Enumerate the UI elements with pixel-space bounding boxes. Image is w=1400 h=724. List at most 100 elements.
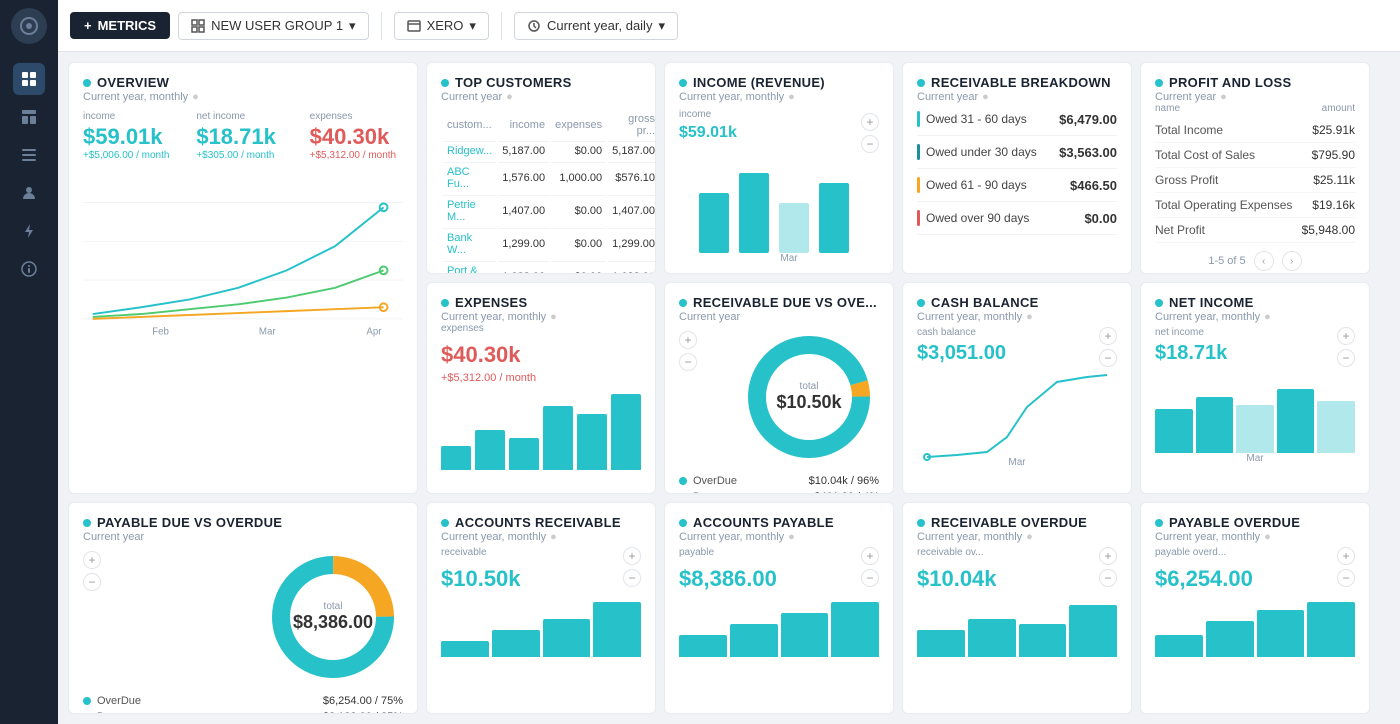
pd-legend-item-1: OverDue $6,254.00 / 75% <box>83 695 403 707</box>
breakdown-row-2: Owed under 30 days $3,563.00 <box>917 136 1117 169</box>
pl-title: PROFIT AND LOSS <box>1155 75 1355 90</box>
ap-bar <box>679 635 727 657</box>
ar-label: receivable <box>441 547 521 558</box>
pd-zoom-out[interactable]: − <box>83 573 101 591</box>
rd-legend: OverDue $10.04k / 96% Due $461.20 / 4% <box>679 475 879 494</box>
cb-value: $3,051.00 <box>917 342 1006 365</box>
rd-zoom-in[interactable]: + <box>679 331 697 349</box>
ap-zoom-in[interactable]: + <box>861 547 879 565</box>
rd-title: RECEIVABLE DUE VS OVE... <box>679 295 879 310</box>
sidebar-item-lightning[interactable] <box>13 215 45 247</box>
rd-subtitle: Current year <box>679 311 879 323</box>
group-label: NEW USER GROUP 1 <box>211 18 343 33</box>
rb-bar-1 <box>917 111 920 127</box>
tc-dot <box>441 79 449 87</box>
sidebar-item-user[interactable] <box>13 177 45 209</box>
pd-legend-dot-2 <box>83 713 91 714</box>
svg-text:Mar: Mar <box>780 253 798 263</box>
po-zoom-in[interactable]: + <box>1337 547 1355 565</box>
exp-label: expenses <box>441 323 641 334</box>
overview-subtitle: Current year, monthly ● <box>83 91 403 103</box>
pl-next-btn[interactable]: › <box>1282 251 1302 271</box>
po-dot <box>1155 519 1163 527</box>
period-label: Current year, daily <box>547 18 653 33</box>
ar-zoom-in[interactable]: + <box>623 547 641 565</box>
ni-zoom-in[interactable]: + <box>1337 327 1355 345</box>
ir-subtitle: Current year, monthly ● <box>679 91 879 103</box>
ni-zoom-out[interactable]: − <box>1337 349 1355 367</box>
income-title: INCOME (REVENUE) <box>679 75 879 90</box>
pl-pagination: 1-5 of 5 ‹ › <box>1155 251 1355 271</box>
divider <box>381 12 382 40</box>
sidebar-item-dashboard[interactable] <box>13 101 45 133</box>
income-revenue-card: INCOME (REVENUE) Current year, monthly ●… <box>664 62 894 274</box>
main-content: + METRICS NEW USER GROUP 1 ▾ XERO ▾ Curr… <box>58 0 1400 724</box>
ni-bar <box>1277 389 1315 453</box>
ro-chart <box>917 602 1117 657</box>
ni-label: net income <box>1155 327 1227 338</box>
ir-dot <box>679 79 687 87</box>
cb-zoom-in[interactable]: + <box>1099 327 1117 345</box>
col-income: income <box>498 111 549 139</box>
po-bar <box>1257 610 1305 657</box>
ro-title: RECEIVABLE OVERDUE <box>917 515 1117 530</box>
info-icon-rb: ● <box>982 91 989 103</box>
ar-bar <box>593 602 641 657</box>
top-customers-title: TOP CUSTOMERS <box>441 75 641 90</box>
po-zoom-out[interactable]: − <box>1337 569 1355 587</box>
rb-subtitle: Current year ● <box>917 91 1117 103</box>
ni-bar <box>1236 405 1274 453</box>
ni-x-label: Mar <box>1155 453 1355 464</box>
overview-metrics: income $59.01k +$5,006.00 / month net in… <box>83 111 403 161</box>
pd-zoom-in[interactable]: + <box>83 551 101 569</box>
svg-text:Apr: Apr <box>366 326 382 337</box>
po-title: PAYABLE OVERDUE <box>1155 515 1355 530</box>
zoom-in-btn[interactable]: + <box>861 113 879 131</box>
ap-title: ACCOUNTS PAYABLE <box>679 515 879 530</box>
metrics-button[interactable]: + METRICS <box>70 12 170 39</box>
po-subtitle: Current year, monthly ● <box>1155 531 1355 543</box>
rd-zoom-out[interactable]: − <box>679 353 697 371</box>
xero-selector[interactable]: XERO ▾ <box>394 12 489 40</box>
exp-subtitle: Current year, monthly ● <box>441 311 641 323</box>
dashboard: OVERVIEW Current year, monthly ● income … <box>58 52 1400 724</box>
pd-dot <box>83 519 91 527</box>
ro-bar <box>1019 624 1067 657</box>
pd-title: PAYABLE DUE VS OVERDUE <box>83 515 403 530</box>
plus-icon: + <box>84 18 92 33</box>
info-icon-tc: ● <box>506 91 513 103</box>
payable-overdue-card: PAYABLE OVERDUE Current year, monthly ● … <box>1140 502 1370 714</box>
sidebar-item-list[interactable] <box>13 139 45 171</box>
zoom-out-btn[interactable]: − <box>861 135 879 153</box>
info-icon-exp: ● <box>550 311 557 323</box>
pd-donut: total $8,386.00 <box>263 547 403 687</box>
ni-bar <box>1155 409 1193 453</box>
po-label: payable overd... <box>1155 547 1253 558</box>
pl-rows: Total Income $25.91k Total Cost of Sales… <box>1155 118 1355 243</box>
pl-prev-btn[interactable]: ‹ <box>1254 251 1274 271</box>
ar-zoom-out[interactable]: − <box>623 569 641 587</box>
breakdown-row-1: Owed 31 - 60 days $6,479.00 <box>917 103 1117 136</box>
table-row: Petrie M...1,407.00$0.001,407.00 <box>443 195 656 226</box>
ro-zoom-out[interactable]: − <box>1099 569 1117 587</box>
cb-chart: Mar <box>917 367 1117 467</box>
pl-subtitle: Current year ● <box>1155 91 1355 103</box>
logo <box>11 8 47 44</box>
expenses-card: EXPENSES Current year, monthly ● expense… <box>426 282 656 494</box>
legend-dot-2 <box>679 493 687 494</box>
legend-item-1: OverDue $10.04k / 96% <box>679 475 879 487</box>
ro-bar <box>1069 605 1117 657</box>
sidebar-item-info[interactable] <box>13 253 45 285</box>
ar-dot <box>441 519 449 527</box>
ar-title: ACCOUNTS RECEIVABLE <box>441 515 641 530</box>
group-selector[interactable]: NEW USER GROUP 1 ▾ <box>178 12 368 40</box>
ar-value: $10.50k <box>441 566 521 592</box>
period-selector[interactable]: Current year, daily ▾ <box>514 12 678 40</box>
rb-bar-3 <box>917 177 920 193</box>
cb-zoom-out[interactable]: − <box>1099 349 1117 367</box>
ro-zoom-in[interactable]: + <box>1099 547 1117 565</box>
topbar: + METRICS NEW USER GROUP 1 ▾ XERO ▾ Curr… <box>58 0 1400 52</box>
ap-zoom-out[interactable]: − <box>861 569 879 587</box>
sidebar-item-grid[interactable] <box>13 63 45 95</box>
tc-subtitle: Current year ● <box>441 91 641 103</box>
